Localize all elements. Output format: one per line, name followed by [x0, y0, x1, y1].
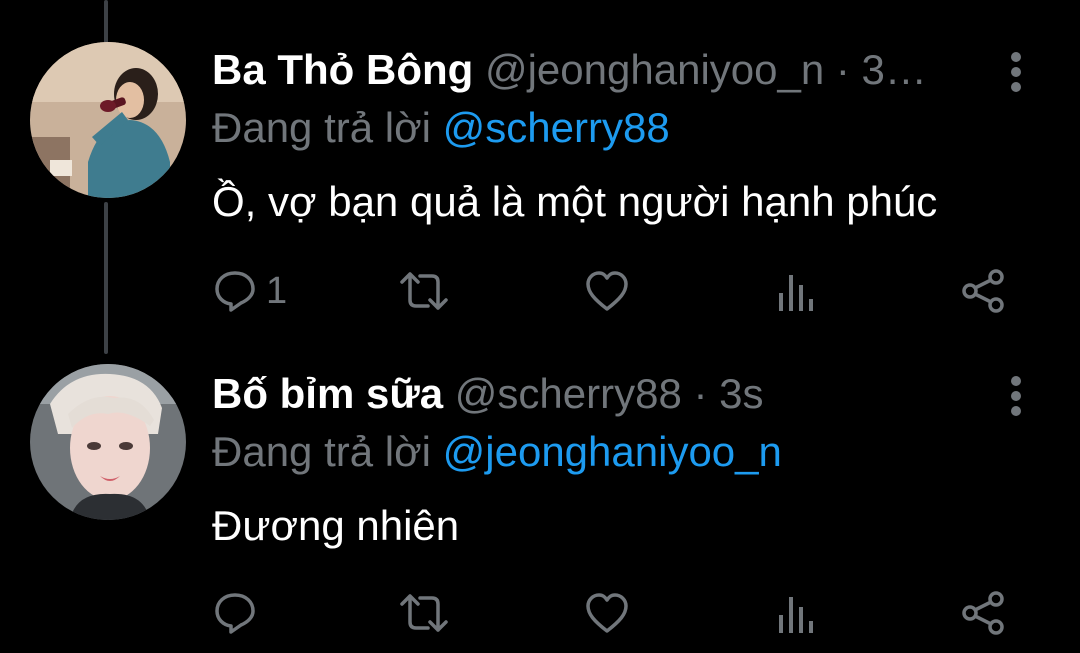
tweet-header: Bố bỉm sữa @scherry88 · 3s — [212, 368, 982, 420]
display-name[interactable]: Bố bỉm sữa — [212, 370, 443, 417]
user-handle[interactable]: @scherry88 — [455, 370, 682, 417]
share-icon — [962, 269, 1004, 313]
more-icon[interactable] — [1004, 374, 1028, 418]
views-button[interactable] — [776, 590, 816, 640]
reply-icon — [215, 271, 255, 312]
replying-to-label: Đang trả lời — [212, 428, 431, 475]
user-handle[interactable]: @jeonghaniyoo_n — [485, 46, 824, 93]
mention-link[interactable]: @jeonghaniyoo_n — [443, 428, 782, 475]
reply-count: 1 — [266, 270, 288, 312]
reply-button[interactable]: 1 — [212, 266, 287, 316]
avatar[interactable] — [30, 364, 186, 520]
views-icon — [779, 275, 813, 311]
tweet-header: Ba Thỏ Bông @jeonghaniyoo_n · 3… — [212, 44, 982, 96]
views-icon — [779, 597, 813, 633]
timestamp[interactable]: 3s — [719, 370, 763, 417]
retweet-icon — [400, 594, 448, 632]
replying-to: Đang trả lời @scherry88 — [212, 102, 670, 154]
avatar-young-man-selfie-image — [30, 364, 186, 520]
share-button[interactable] — [960, 266, 1006, 316]
share-button[interactable] — [960, 588, 1006, 638]
share-icon — [962, 591, 1004, 635]
retweet-button[interactable] — [398, 266, 450, 316]
avatar-woman-drinking-wine-image — [30, 42, 186, 198]
like-icon — [586, 593, 628, 633]
timestamp[interactable]: 3… — [862, 46, 927, 93]
mention-link[interactable]: @scherry88 — [443, 104, 670, 151]
avatar[interactable] — [30, 42, 186, 198]
reply-button[interactable] — [212, 588, 266, 638]
retweet-button[interactable] — [398, 588, 450, 638]
tweet-thread: Ba Thỏ Bông @jeonghaniyoo_n · 3… Đang tr… — [0, 0, 1080, 653]
tweet-text: Đương nhiên — [212, 502, 460, 549]
like-icon — [586, 271, 628, 311]
thread-connector-top — [104, 0, 108, 44]
display-name[interactable]: Ba Thỏ Bông — [212, 46, 473, 93]
replying-to-label: Đang trả lời — [212, 104, 431, 151]
more-icon[interactable] — [1004, 50, 1028, 94]
separator: · — [824, 46, 862, 93]
reply-icon — [215, 593, 255, 634]
like-button[interactable] — [584, 266, 630, 316]
tweet-text: Ồ, vợ bạn quả là một người hạnh phúc — [212, 178, 938, 225]
separator: · — [681, 370, 720, 417]
retweet-icon — [400, 272, 448, 310]
views-button[interactable] — [776, 268, 816, 318]
thread-connector — [104, 202, 108, 354]
like-button[interactable] — [584, 588, 630, 638]
replying-to: Đang trả lời @jeonghaniyoo_n — [212, 426, 782, 478]
